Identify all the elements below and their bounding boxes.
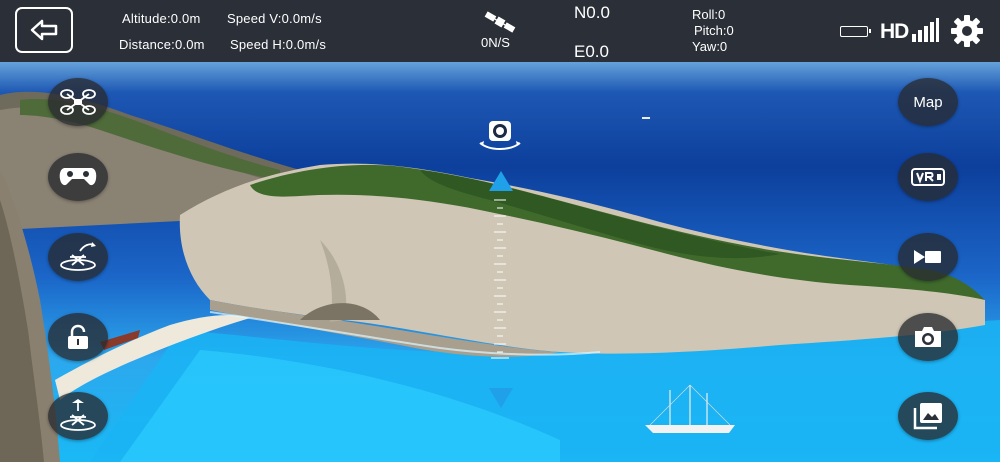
lock-icon: [68, 324, 88, 349]
camera-icon: [915, 327, 941, 347]
gamepad-button[interactable]: [48, 153, 108, 201]
drone-icon: [60, 89, 96, 115]
video-record-icon: [914, 250, 941, 264]
landing-button[interactable]: [48, 392, 108, 440]
drone-mode-button[interactable]: [48, 78, 108, 126]
gallery-button[interactable]: [898, 392, 958, 440]
gimbal-down-arrow-icon[interactable]: [489, 388, 513, 408]
east-coordinate: E0.0: [574, 42, 609, 61]
yaw-readout: Yaw:0: [692, 39, 728, 54]
distance-readout: Distance:0.0m: [119, 37, 205, 52]
roll-readout: Roll:0: [692, 7, 726, 22]
takeoff-button[interactable]: [48, 233, 108, 281]
lock-button[interactable]: [48, 313, 108, 361]
gamepad-icon: [59, 168, 97, 186]
vertical-speed-readout: Speed V:0.0m/s: [227, 11, 322, 26]
horizontal-speed-readout: Speed H:0.0m/s: [230, 37, 327, 52]
video-record-button[interactable]: [898, 233, 958, 281]
north-coordinate: N0.0: [574, 3, 610, 22]
vr-icon: [911, 168, 945, 186]
landing-icon: [60, 399, 96, 431]
back-button[interactable]: [15, 7, 73, 53]
gimbal-pitch-scale: [491, 199, 509, 359]
map-button[interactable]: Map: [898, 78, 958, 126]
gimbal-camera-icon: [479, 121, 521, 150]
battery-icon: [840, 26, 871, 37]
top-status-bar: Altitude:0.0m Speed V:0.0m/s Distance:0.…: [0, 0, 1000, 62]
vr-button[interactable]: [898, 153, 958, 201]
signal-bars-icon: [912, 18, 939, 42]
pitch-readout: Pitch:0: [694, 23, 734, 38]
gallery-icon: [913, 403, 942, 430]
takeoff-icon: [60, 242, 96, 271]
altitude-readout: Altitude:0.0m: [122, 11, 201, 26]
satellite-count: 0N/S: [481, 35, 510, 50]
satellite-icon: [484, 11, 516, 33]
back-arrow-icon: [30, 19, 58, 41]
hd-label: HD: [880, 20, 909, 43]
gear-icon[interactable]: [950, 14, 984, 48]
map-label: Map: [913, 93, 943, 111]
camera-button[interactable]: [898, 313, 958, 361]
gimbal-up-arrow-icon[interactable]: [489, 171, 513, 191]
